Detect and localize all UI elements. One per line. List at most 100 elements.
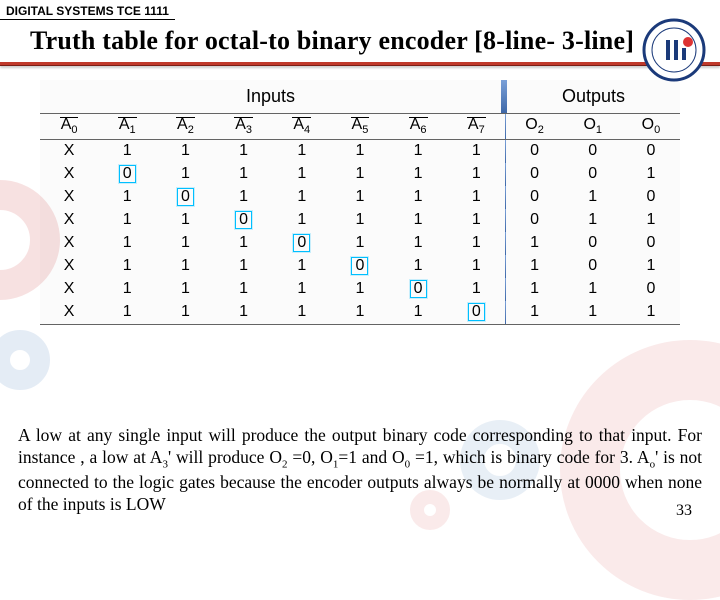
cell: 1 [156, 163, 214, 186]
cell: 1 [273, 209, 331, 232]
cell: 1 [622, 209, 680, 232]
cell: 1 [447, 140, 505, 163]
truth-table: Inputs Outputs A0A1A2A3A4A5A6A7O2O1O0 X1… [40, 80, 680, 325]
cell: X [40, 163, 98, 186]
col-header-out-2: O2 [505, 114, 563, 139]
title-separator [0, 62, 720, 66]
col-header-in-7: A7 [447, 114, 505, 139]
cell: 1 [156, 255, 214, 278]
cell: 0 [215, 209, 273, 232]
explanation-text: A low at any single input will produce t… [18, 425, 702, 516]
col-header-in-3: A3 [215, 114, 273, 139]
cell: 1 [156, 278, 214, 301]
col-header-in-1: A1 [98, 114, 156, 139]
cell: 1 [215, 140, 273, 163]
cell: 1 [98, 232, 156, 255]
cell: 1 [622, 255, 680, 278]
table-row: X1101111011 [40, 209, 680, 232]
cell: X [40, 140, 98, 163]
table-row: X1110111100 [40, 232, 680, 255]
col-header-in-5: A5 [331, 114, 389, 139]
cell: 1 [98, 255, 156, 278]
cell: 1 [156, 209, 214, 232]
cell: 0 [505, 186, 563, 209]
col-header-in-0: A0 [40, 114, 98, 139]
cell: 1 [389, 186, 447, 209]
cell: 0 [622, 186, 680, 209]
table-row: X1011111010 [40, 186, 680, 209]
cell: X [40, 301, 98, 324]
cell: 0 [156, 186, 214, 209]
cell: 1 [622, 163, 680, 186]
cell: 1 [273, 163, 331, 186]
cell: 0 [273, 232, 331, 255]
cell: 0 [505, 163, 563, 186]
cell: 1 [331, 140, 389, 163]
cell: 0 [98, 163, 156, 186]
table-row: X1111110111 [40, 301, 680, 324]
cell: 1 [273, 186, 331, 209]
table-row: X1111101110 [40, 278, 680, 301]
cell: 1 [447, 209, 505, 232]
cell: 1 [389, 232, 447, 255]
institution-logo-icon [642, 18, 706, 82]
cell: 1 [389, 301, 447, 324]
cell: 0 [622, 278, 680, 301]
cell: 1 [215, 186, 273, 209]
cell: 1 [505, 255, 563, 278]
cell: 1 [389, 163, 447, 186]
cell: 1 [331, 232, 389, 255]
cell: 1 [622, 301, 680, 324]
cell: 1 [564, 278, 622, 301]
cell: 1 [215, 163, 273, 186]
cell: 0 [447, 301, 505, 324]
cell: 1 [505, 278, 563, 301]
cell: 1 [331, 209, 389, 232]
cell: 1 [389, 140, 447, 163]
page-number: 33 [676, 502, 692, 520]
col-header-in-4: A4 [273, 114, 331, 139]
cell: 1 [273, 255, 331, 278]
cell: 0 [564, 140, 622, 163]
cell: 1 [98, 301, 156, 324]
cell: 1 [389, 255, 447, 278]
cell: 1 [564, 301, 622, 324]
cell: 1 [98, 209, 156, 232]
col-header-in-2: A2 [156, 114, 214, 139]
cell: 0 [564, 255, 622, 278]
inputs-label: Inputs [40, 80, 501, 113]
cell: 1 [331, 186, 389, 209]
cell: X [40, 278, 98, 301]
table-row: X1111111000 [40, 140, 680, 163]
cell: 0 [622, 140, 680, 163]
cell: 1 [447, 278, 505, 301]
cell: 0 [505, 209, 563, 232]
cell: 1 [447, 232, 505, 255]
cell: 1 [447, 163, 505, 186]
cell: 1 [273, 278, 331, 301]
cell: 1 [505, 301, 563, 324]
cell: 1 [447, 186, 505, 209]
cell: 1 [273, 301, 331, 324]
cell: 1 [215, 232, 273, 255]
cell: 1 [331, 163, 389, 186]
cell: 1 [156, 301, 214, 324]
col-header-out-0: O0 [622, 114, 680, 139]
cell: 1 [331, 301, 389, 324]
cell: 0 [389, 278, 447, 301]
course-tag: DIGITAL SYSTEMS TCE 1111 [0, 0, 175, 20]
cell: 1 [447, 255, 505, 278]
cell: 1 [215, 278, 273, 301]
cell: 1 [98, 140, 156, 163]
cell: 1 [505, 232, 563, 255]
cell: 1 [331, 278, 389, 301]
cell: 1 [564, 186, 622, 209]
cell: 0 [622, 232, 680, 255]
cell: 0 [564, 232, 622, 255]
cell: 1 [215, 255, 273, 278]
col-header-out-1: O1 [564, 114, 622, 139]
cell: 1 [156, 232, 214, 255]
page-title: Truth table for octal-to binary encoder … [30, 26, 720, 56]
table-row: X0111111001 [40, 163, 680, 186]
cell: 1 [98, 186, 156, 209]
